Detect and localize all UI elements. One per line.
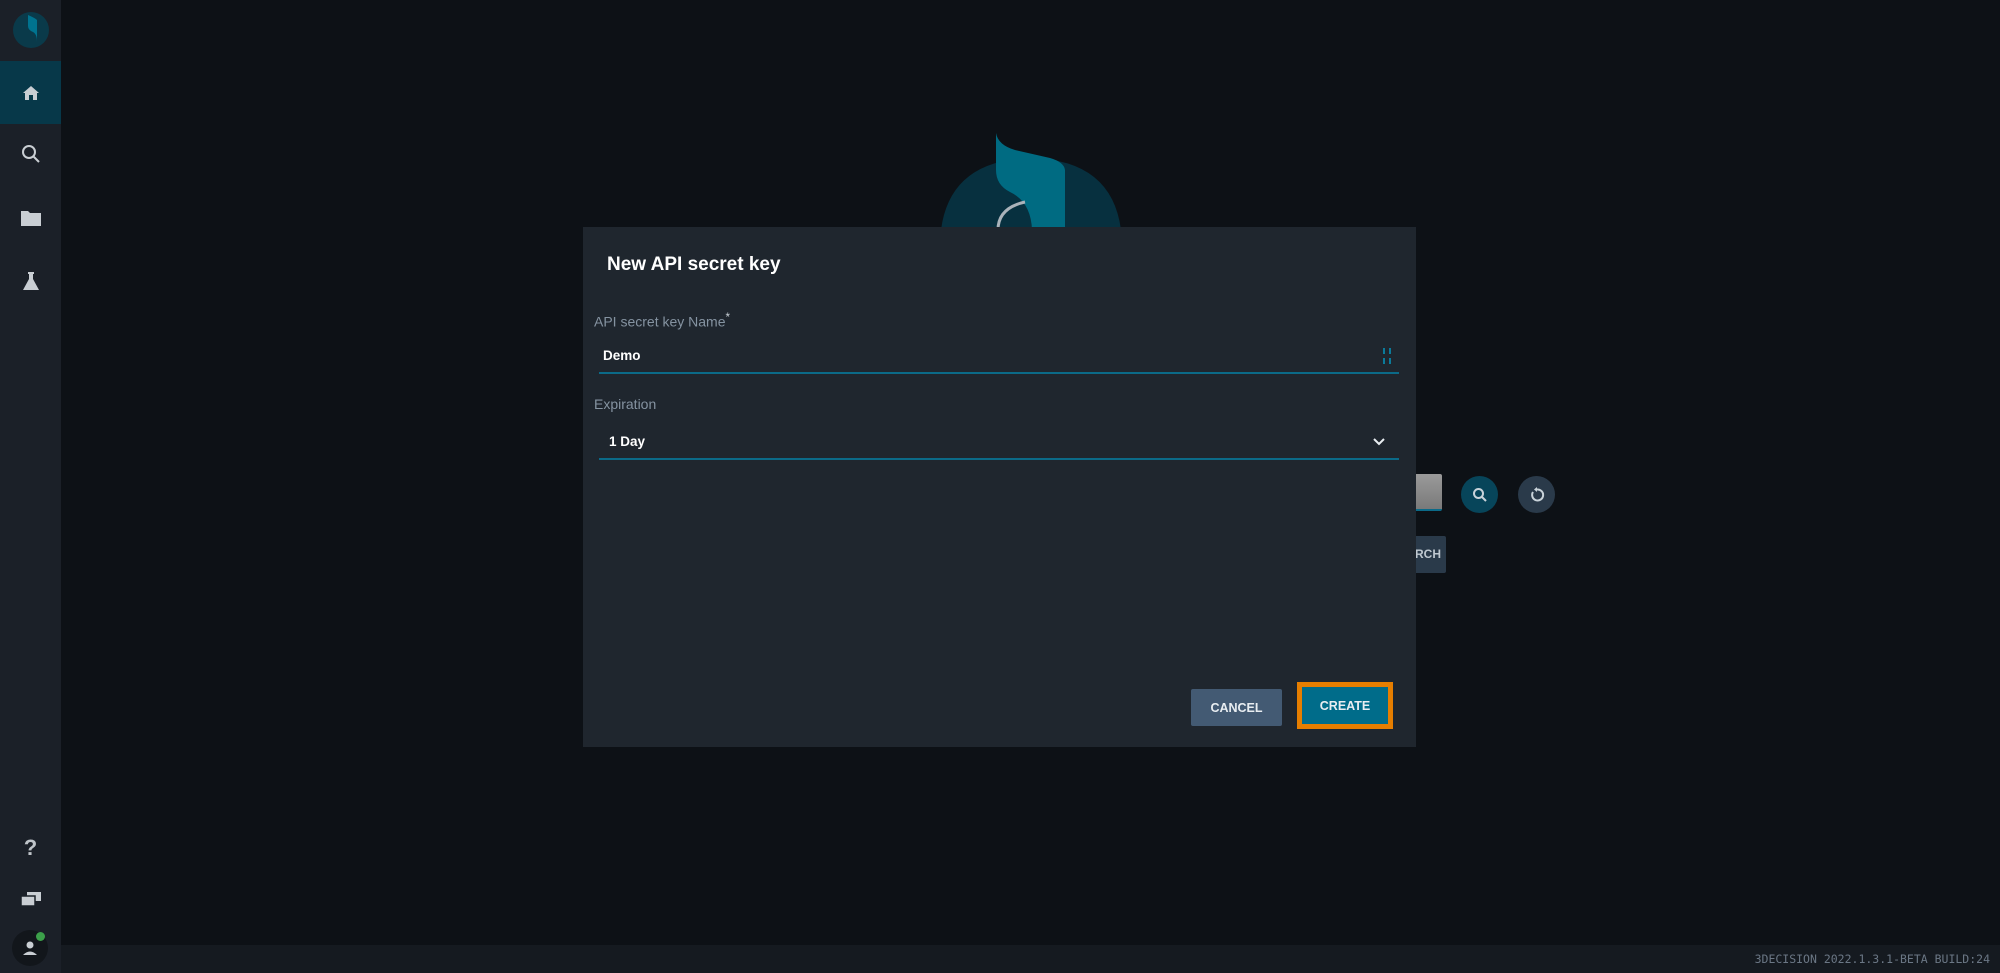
name-label: API secret key Name* [594, 311, 730, 330]
background-logo [941, 133, 1121, 230]
version-status-bar: 3DECISION 2022.1.3.1-BETA BUILD:24 [61, 945, 2000, 973]
online-status-dot [36, 932, 45, 941]
required-mark: * [725, 311, 731, 324]
expiration-value: 1 Day [609, 434, 646, 449]
sidebar-item-lab[interactable] [0, 261, 61, 301]
name-label-text: API secret key Name [594, 313, 726, 330]
flask-icon [22, 272, 39, 290]
chevron-down-icon [1373, 438, 1385, 446]
background-reset-button [1518, 476, 1555, 513]
sidebar-item-folder[interactable] [0, 198, 61, 238]
cancel-button[interactable]: CANCEL [1191, 689, 1282, 726]
sidebar-item-search[interactable] [0, 134, 61, 174]
expiration-select[interactable]: 1 Day [599, 426, 1399, 460]
dialog-title: New API secret key [607, 254, 781, 275]
search-icon [1472, 487, 1487, 502]
user-avatar-icon [23, 941, 37, 955]
sidebar-item-chat[interactable] [0, 879, 61, 919]
create-button[interactable]: CREATE [1297, 682, 1393, 729]
api-key-name-value: Demo [603, 348, 641, 363]
search-icon [21, 145, 40, 163]
chat-icon [19, 892, 41, 907]
app-logo[interactable] [13, 12, 49, 48]
api-key-name-input[interactable]: Demo [599, 340, 1399, 374]
background-search-button [1461, 476, 1498, 513]
new-api-key-dialog: New API secret key API secret key Name* … [583, 227, 1416, 747]
folder-icon [20, 211, 41, 226]
help-icon[interactable]: ? [0, 828, 61, 868]
user-avatar[interactable] [12, 930, 48, 966]
sidebar: ? [0, 0, 61, 973]
home-icon [22, 85, 39, 100]
password-manager-icon[interactable] [1383, 348, 1391, 364]
reset-icon [1530, 486, 1544, 501]
sidebar-item-home[interactable] [0, 61, 61, 124]
expiration-label: Expiration [594, 396, 657, 412]
